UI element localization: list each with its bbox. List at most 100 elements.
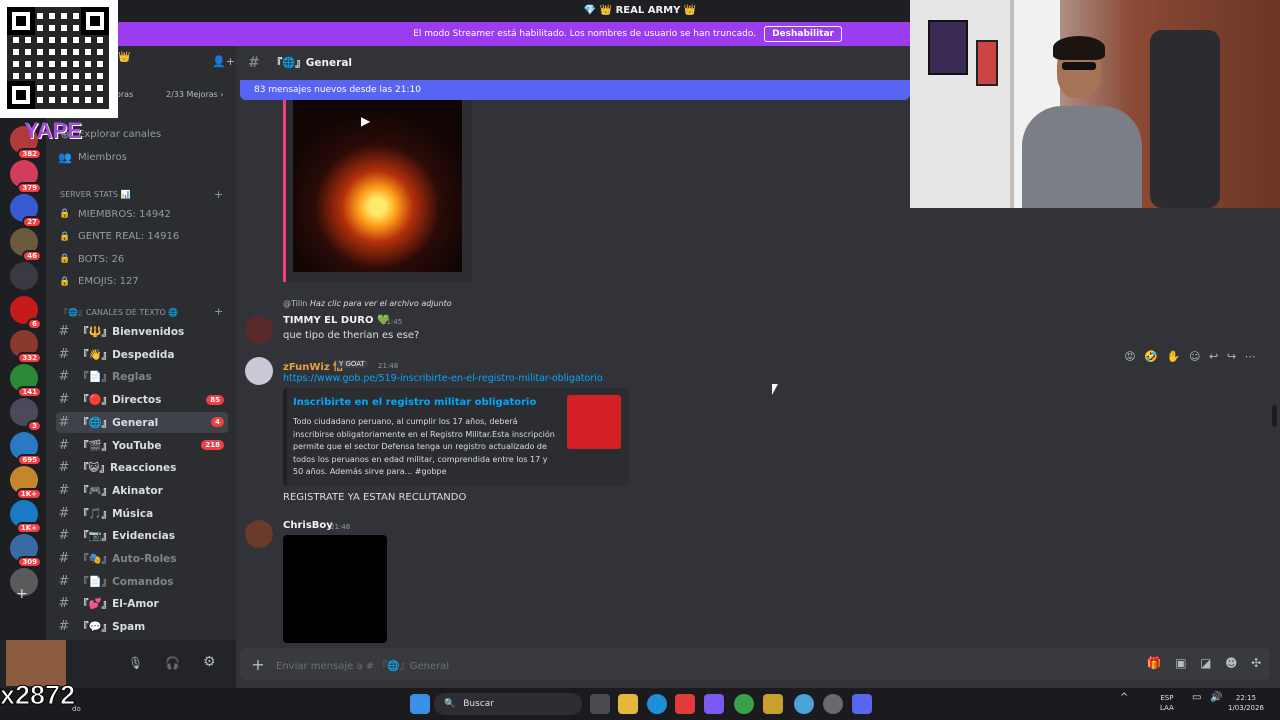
gif-icon[interactable]: ▣ [1175,656,1186,670]
text-channels-category[interactable]: 『🌐』CANALES DE TEXTO 🌐 [60,307,178,318]
stat-channel[interactable]: 🔒 MIEMBROS: 14942 [56,204,228,224]
disable-streamer-button[interactable]: Deshabilitar [764,26,842,42]
chrome-icon[interactable] [734,694,754,714]
tray-chevron-icon[interactable]: ^ [1120,693,1128,703]
channel-item[interactable]: # 『🔱』Bienvenidos [56,321,228,342]
stat-label: MIEMBROS: 14942 [78,208,171,220]
channel-item[interactable]: # 『👋』Despedida [56,344,228,365]
channel-hash-icon: # [58,369,70,385]
server-icon[interactable] [10,262,38,290]
add-server-icon[interactable]: + [16,586,28,602]
stat-channel[interactable]: 🔒 BOTS: 26 [56,249,228,269]
reply-preview[interactable]: @Tilin Haz clic para ver el archivo adju… [283,299,452,308]
scrollbar[interactable] [1272,405,1277,427]
message-author[interactable]: TIMMY EL DURO 💚 [283,315,389,326]
server-mention-badge: 332 [17,352,42,364]
discord-icon[interactable] [852,694,872,714]
channel-item[interactable]: # 『📷』Evidencias [56,525,228,546]
edge-icon[interactable] [647,694,667,714]
apps-icon[interactable]: ✣ [1251,656,1261,670]
message-time: 21:45 [382,318,403,326]
app-icon[interactable] [675,694,695,714]
task-view-icon[interactable] [590,694,610,714]
server-icon[interactable]: 141 [10,364,42,398]
server-icon[interactable]: 1K+ [10,500,42,534]
windows-start-icon[interactable] [410,694,430,714]
server-icon[interactable]: 379 [10,160,42,194]
image-attachment[interactable] [283,535,387,643]
taskbar-search[interactable]: 🔍 Buscar [434,693,582,715]
obs-icon[interactable] [823,694,843,714]
members-icon: 👥 [58,150,72,164]
sidebar-item-members[interactable]: 👥 Miembros [56,147,228,167]
server-icon[interactable]: 1K+ [10,466,42,500]
stat-channel[interactable]: 🔒 EMOJIS: 127 [56,272,228,292]
channel-item[interactable]: # 『🎬』YouTube 218 [56,435,228,456]
channel-label: 『🌐』General [78,416,159,429]
network-icon[interactable]: ▭ [1192,693,1201,703]
new-messages-bar[interactable]: 83 mensajes nuevos desde las 21:10 [240,80,910,100]
server-icon[interactable]: 309 [10,534,42,568]
video-attachment[interactable]: ▶ [283,100,472,282]
channel-label: 『💬』Spam [78,621,146,634]
channel-item[interactable]: # 『🌐』General 4 [56,411,228,433]
qr-finder [7,81,35,109]
server-icon[interactable]: 332 [10,330,42,364]
add-channel-icon[interactable]: + [214,188,223,201]
forward-icon[interactable]: ↪ [1227,350,1236,363]
stat-channel[interactable]: 🔒 GENTE REAL: 14916 [56,227,228,247]
server-icon[interactable]: 46 [10,228,42,262]
message-link[interactable]: https://www.gob.pe/519-inscribirte-en-el… [283,373,603,384]
server-icon[interactable]: 6 [10,296,42,330]
copilot-icon[interactable] [704,694,724,714]
settings-icon[interactable]: ⚙ [203,654,216,670]
channel-item[interactable]: # 『🎮』Akinator [56,480,228,501]
volume-icon[interactable]: 🔊 [1210,693,1222,703]
avatar[interactable] [245,316,273,344]
reaction-emoji-1[interactable]: 😡 [1124,350,1135,363]
avatar[interactable] [245,357,273,385]
avatar[interactable] [245,520,273,548]
message-composer[interactable]: + Enviar mensaje a # 『🌐』General [240,648,1270,680]
lock-icon: 🔒 [59,209,71,219]
emoji-icon[interactable]: ☻ [1225,656,1238,670]
chrome-icon[interactable] [794,694,814,714]
channel-item[interactable]: # 『💬』Spam [56,616,228,637]
reaction-emoji-3[interactable]: ✋ [1167,350,1181,363]
channel-item[interactable]: # 『🎵』Música [56,503,228,524]
channel-label: 『🎮』Akinator [78,484,163,497]
channel-item[interactable]: # 『🎭』Auto-Roles [56,548,228,569]
language-indicator[interactable]: ESP LAA [1160,693,1174,713]
message-author[interactable]: zFunWiz 悟 [283,358,343,373]
mic-icon[interactable]: 🎙 [128,656,143,670]
reaction-emoji-2[interactable]: 🤣 [1144,350,1158,363]
embed-thumbnail[interactable] [567,395,621,449]
add-text-channel-icon[interactable]: + [214,305,223,318]
add-reaction-icon[interactable]: ☺ [1189,350,1200,363]
link-embed: Inscribirte en el registro militar oblig… [283,388,629,486]
channel-item[interactable]: # 『😺』Reacciones [56,457,228,478]
server-icon[interactable]: 3 [10,398,42,432]
attach-plus-icon[interactable]: + [240,655,276,674]
composer-placeholder[interactable]: Enviar mensaje a # 『🌐』General [276,657,449,672]
file-explorer-icon[interactable] [618,694,638,714]
server-stats-category[interactable]: SERVER STATS 📊 [60,190,131,199]
headphones-icon[interactable]: 🎧 [165,656,180,670]
message-author[interactable]: ChrisBoy [283,520,333,531]
channel-item[interactable]: # 『📄』Reglas [56,366,228,387]
reply-icon[interactable]: ↩ [1209,350,1218,363]
message-text: que tipo de therian es ese? [283,330,420,341]
clock[interactable]: 22:15 1/03/2026 [1228,693,1264,713]
app-icon[interactable] [763,694,783,714]
server-icon[interactable]: 695 [10,432,42,466]
more-icon[interactable]: ⋯ [1245,350,1256,363]
channel-item[interactable]: # 『🔴』Directos 85 [56,389,228,410]
embed-title[interactable]: Inscribirte en el registro militar oblig… [293,397,536,408]
play-icon[interactable]: ▶ [361,114,370,128]
gift-icon[interactable]: 🎁 [1147,656,1162,670]
add-member-icon[interactable]: 👤+ [212,55,235,68]
channel-item[interactable]: # 『💕』El-Amor [56,593,228,614]
channel-item[interactable]: # 『📄』Comandos [56,571,228,592]
server-icon[interactable]: 27 [10,194,42,228]
sticker-icon[interactable]: ◪ [1200,656,1211,670]
